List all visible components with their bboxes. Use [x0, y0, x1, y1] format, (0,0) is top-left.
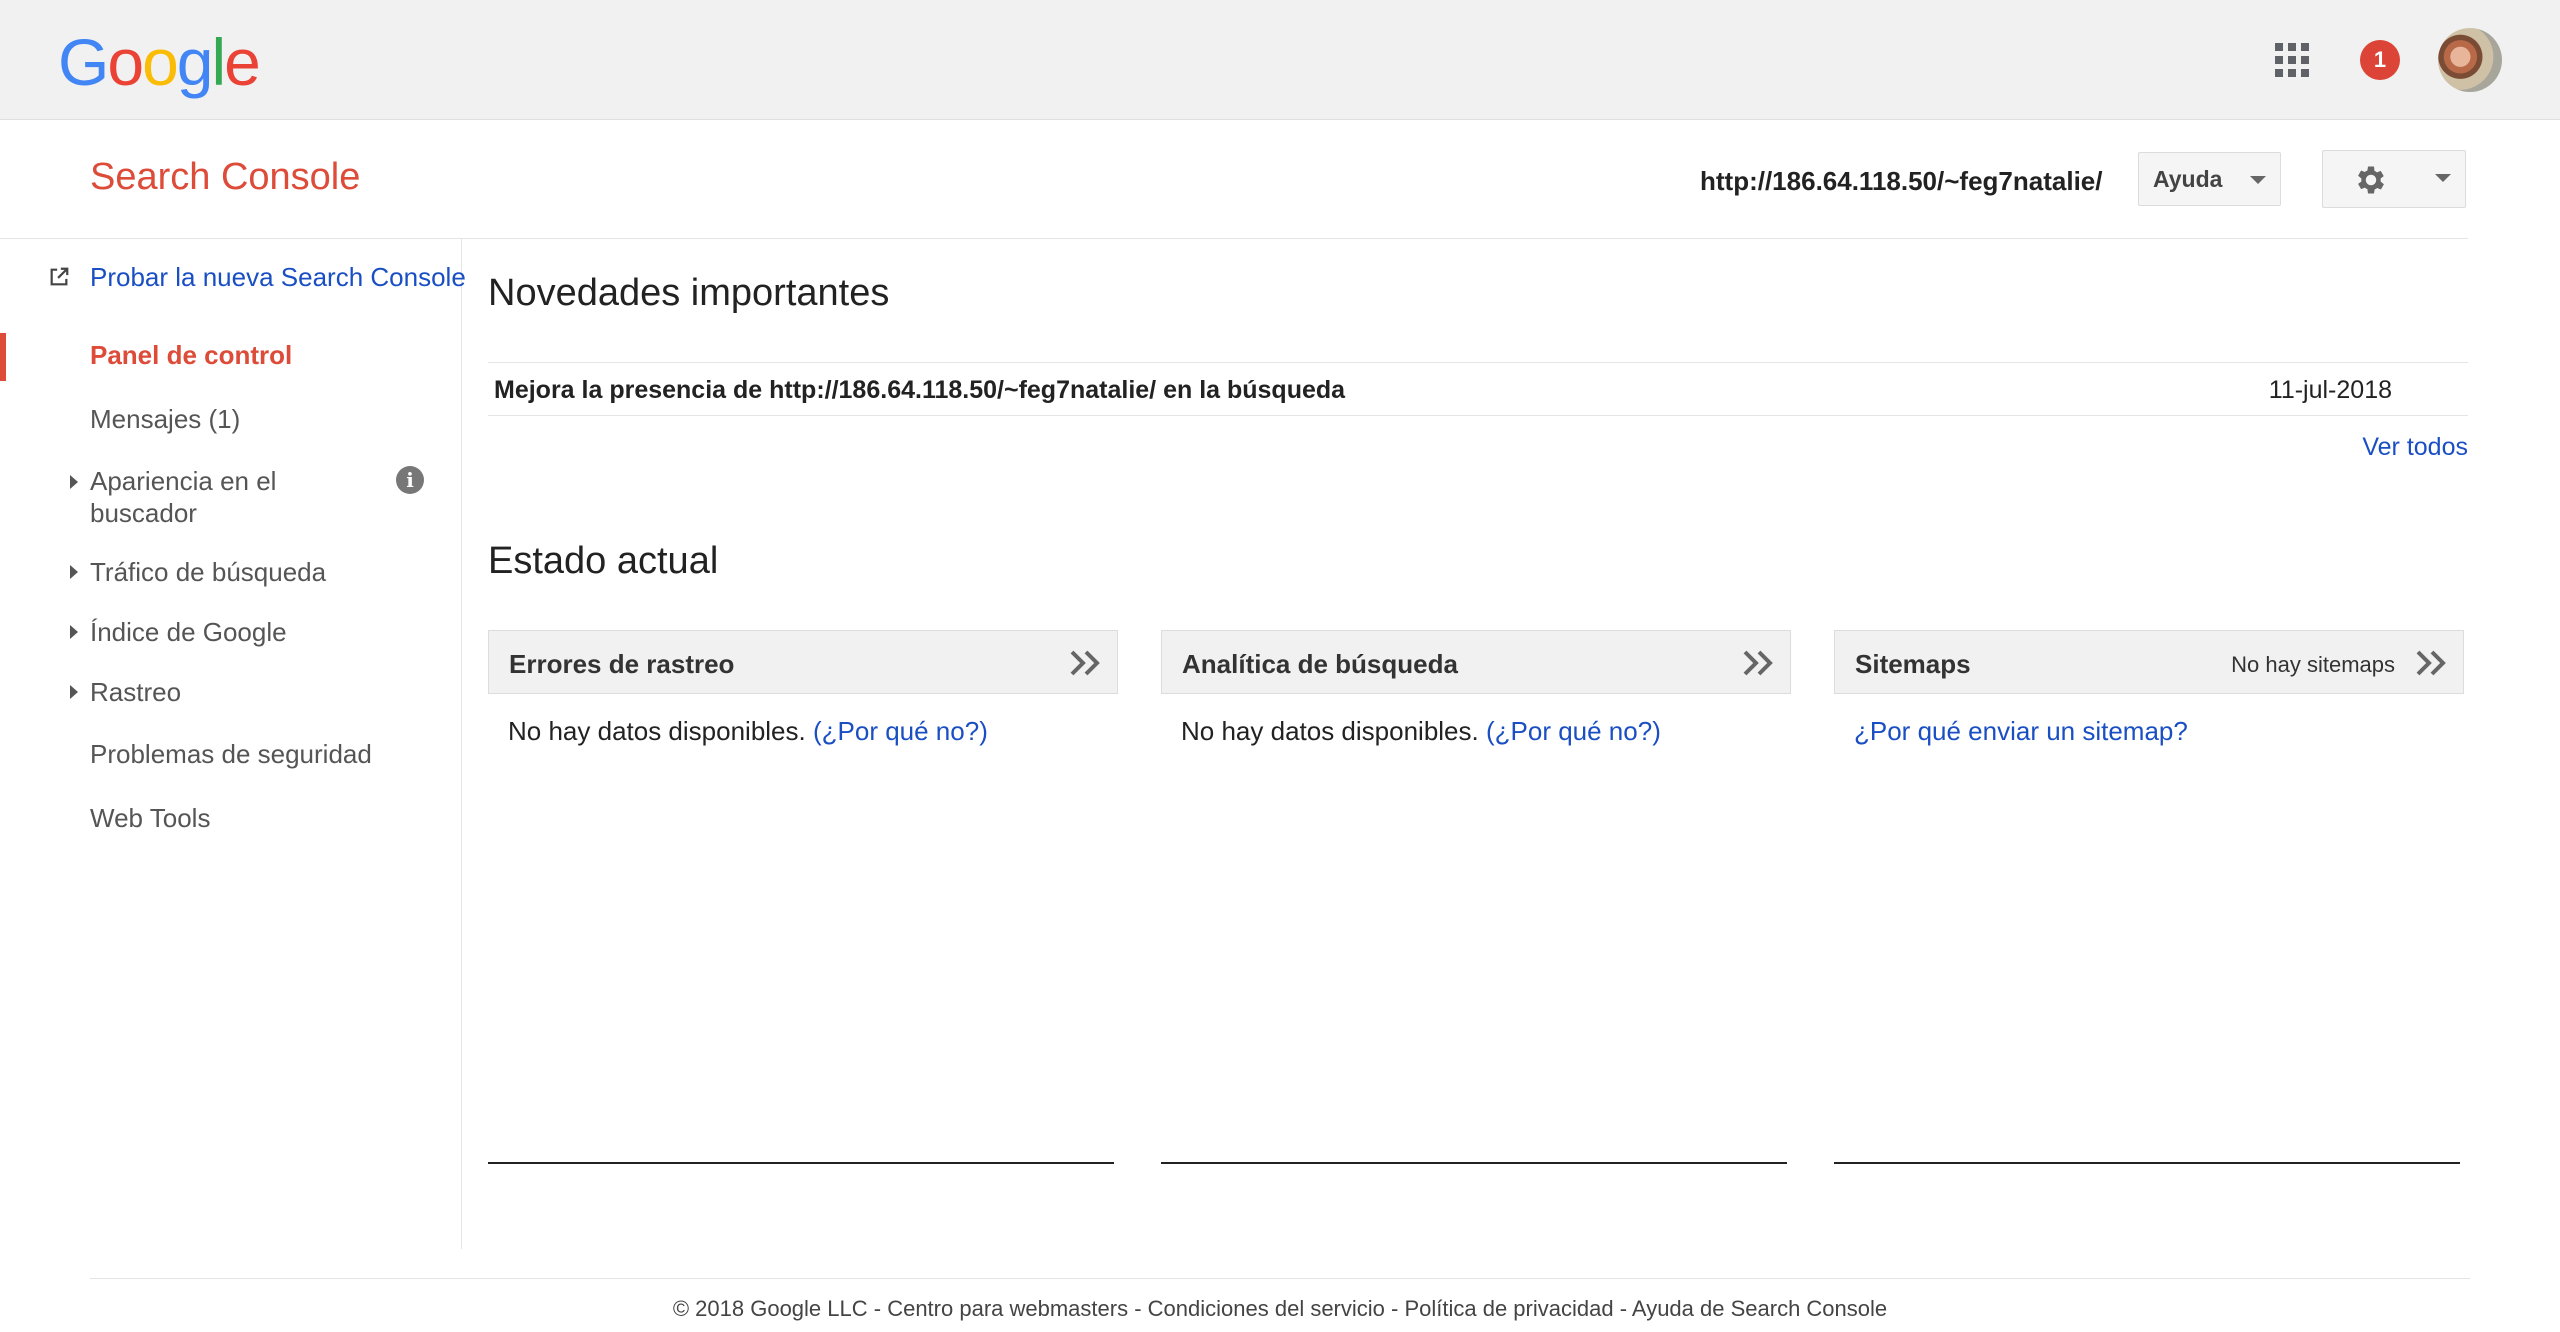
logo-letter: o: [142, 25, 179, 99]
logo-letter: g: [176, 25, 214, 99]
no-data-text: No hay datos disponibles.: [508, 716, 806, 746]
sidebar-item-label-line2: buscador: [90, 498, 197, 528]
sidebar-item-dashboard[interactable]: Panel de control: [90, 339, 292, 371]
news-text: Mejora la presencia de http://186.64.118…: [494, 376, 1346, 404]
separator: -: [1128, 1296, 1148, 1321]
active-indicator: [0, 333, 6, 381]
apps-grid-icon[interactable]: [2275, 43, 2309, 77]
expand-triangle-icon[interactable]: [70, 625, 78, 639]
footer-link-webmasters[interactable]: Centro para webmasters: [887, 1296, 1128, 1321]
footer-link-help[interactable]: Ayuda de Search Console: [1632, 1296, 1887, 1321]
avatar[interactable]: [2438, 28, 2502, 92]
help-dropdown-button[interactable]: Ayuda: [2138, 152, 2281, 206]
view-all-link[interactable]: Ver todos: [2362, 433, 2468, 462]
why-not-link[interactable]: (¿Por qué no?): [1486, 716, 1661, 746]
google-top-bar: Google 1: [0, 0, 2560, 120]
card-header[interactable]: Errores de rastreo: [488, 630, 1118, 694]
google-logo[interactable]: Google: [58, 22, 261, 102]
sidebar-item-label: Apariencia en el: [90, 466, 277, 496]
separator: -: [1384, 1296, 1405, 1321]
double-chevron-right-icon: [1743, 650, 1773, 676]
card-title: Analítica de búsqueda: [1182, 649, 1458, 679]
sidebar-item-security-issues[interactable]: Problemas de seguridad: [90, 738, 372, 770]
settings-dropdown-button[interactable]: [2322, 150, 2466, 208]
double-chevron-right-icon: [2416, 650, 2446, 676]
sidebar-item-crawl[interactable]: Rastreo: [90, 676, 181, 708]
status-heading: Estado actual: [488, 540, 719, 582]
gear-icon: [2358, 166, 2384, 194]
logo-letter: l: [211, 25, 227, 99]
card-body: No hay datos disponibles. (¿Por qué no?): [508, 716, 988, 747]
logo-letter: o: [107, 25, 144, 99]
footer-link-privacy[interactable]: Política de privacidad: [1404, 1296, 1613, 1321]
app-title[interactable]: Search Console: [90, 156, 360, 199]
info-icon[interactable]: i: [396, 466, 424, 494]
try-new-label: Probar la nueva Search Console: [90, 262, 466, 292]
news-date: 11-jul-2018: [2268, 376, 2392, 404]
footer-link-terms[interactable]: Condiciones del servicio: [1148, 1296, 1385, 1321]
why-not-link[interactable]: (¿Por qué no?): [813, 716, 988, 746]
chevron-down-icon: [2435, 174, 2451, 182]
chevron-down-icon: [2250, 176, 2266, 184]
news-row[interactable]: Mejora la presencia de http://186.64.118…: [488, 362, 2468, 416]
sitemaps-card: Sitemaps No hay sitemaps ¿Por qué enviar…: [1834, 630, 2464, 1164]
no-sitemaps-text: No hay sitemaps: [2231, 652, 2395, 677]
card-body: ¿Por qué enviar un sitemap?: [1854, 716, 2188, 747]
expand-triangle-icon[interactable]: [70, 685, 78, 699]
site-url: http://186.64.118.50/~feg7natalie/: [1700, 166, 2103, 196]
news-heading: Novedades importantes: [488, 272, 890, 314]
sidebar-item-google-index[interactable]: Índice de Google: [90, 616, 287, 648]
card-baseline: [1161, 1162, 1787, 1164]
card-body: No hay datos disponibles. (¿Por qué no?): [1181, 716, 1661, 747]
footer-divider: [90, 1278, 2470, 1279]
card-title: Sitemaps: [1855, 649, 1971, 679]
sidebar-item-messages[interactable]: Mensajes (1): [90, 403, 240, 435]
sidebar-item-web-tools[interactable]: Web Tools: [90, 802, 210, 834]
footer: © 2018 Google LLC - Centro para webmaste…: [0, 1296, 2560, 1322]
expand-triangle-icon[interactable]: [70, 565, 78, 579]
card-header[interactable]: Analítica de búsqueda: [1161, 630, 1791, 694]
expand-triangle-icon[interactable]: [70, 475, 78, 489]
external-link-icon: [50, 267, 69, 286]
try-new-console-link[interactable]: Probar la nueva Search Console: [48, 262, 466, 293]
why-sitemap-link[interactable]: ¿Por qué enviar un sitemap?: [1854, 716, 2188, 746]
separator: -: [867, 1296, 888, 1321]
card-header[interactable]: Sitemaps No hay sitemaps: [1834, 630, 2464, 694]
card-baseline: [488, 1162, 1114, 1164]
crawl-errors-card: Errores de rastreo No hay datos disponib…: [488, 630, 1118, 1164]
card-title: Errores de rastreo: [509, 649, 735, 679]
double-chevron-right-icon: [1070, 650, 1100, 676]
copyright: © 2018 Google LLC: [672, 1296, 868, 1321]
sidebar-item-search-traffic[interactable]: Tráfico de búsqueda: [90, 556, 326, 588]
separator: -: [1613, 1296, 1632, 1321]
sidebar-item-search-appearance[interactable]: Apariencia en el buscador: [90, 465, 276, 529]
logo-letter: G: [58, 25, 109, 99]
notifications-badge[interactable]: 1: [2360, 40, 2400, 80]
card-baseline: [1834, 1162, 2460, 1164]
logo-letter: e: [224, 25, 261, 99]
help-label: Ayuda: [2153, 166, 2223, 192]
no-data-text: No hay datos disponibles.: [1181, 716, 1479, 746]
search-analytics-card: Analítica de búsqueda No hay datos dispo…: [1161, 630, 1791, 1164]
